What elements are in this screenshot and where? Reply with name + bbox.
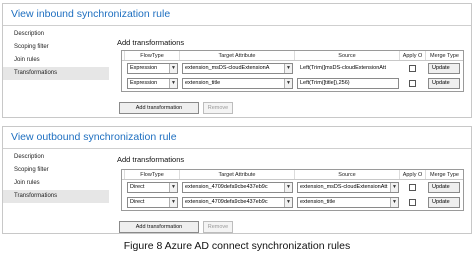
inbound-side-nav: Description Scoping filter Join rules Tr…	[3, 28, 109, 80]
outbound-panel-title: View outbound synchronization rule	[11, 131, 177, 143]
remove-button[interactable]: Remove	[203, 221, 233, 233]
col-target-attribute: Target Attribute	[180, 170, 295, 179]
flowtype-dropdown[interactable]: Direct ▼	[127, 197, 178, 208]
col-source: Source	[295, 51, 400, 60]
figure-caption: Figure 8 Azure AD connect synchronizatio…	[123, 240, 351, 252]
table-row: Expression ▼ extension_msDS-cloudExtensi…	[122, 61, 463, 76]
nav-item-description[interactable]: Description	[3, 151, 109, 164]
inbound-transformations-grid: FlowType Target Attribute Source Apply O…	[121, 50, 464, 92]
merge-type-dropdown[interactable]: Update	[428, 197, 460, 208]
nav-item-transformations[interactable]: Transformations	[3, 67, 109, 80]
chevron-down-icon: ▼	[169, 183, 177, 192]
target-attribute-dropdown[interactable]: extension_msDS-cloudExtensionA ▼	[182, 63, 293, 74]
inbound-panel-title: View inbound synchronization rule	[11, 8, 171, 20]
outbound-transformations-grid: FlowType Target Attribute Source Apply O…	[121, 169, 464, 211]
apply-once-checkbox[interactable]	[409, 184, 416, 191]
merge-type-dropdown[interactable]: Update	[428, 182, 460, 193]
col-source: Source	[295, 170, 400, 179]
col-flowtype: FlowType	[125, 170, 180, 179]
grid-header: FlowType Target Attribute Source Apply O…	[122, 51, 463, 61]
chevron-down-icon: ▼	[169, 79, 177, 88]
nav-item-transformations[interactable]: Transformations	[3, 190, 109, 203]
source-field[interactable]: Left(Trim([msDS-cloudExtensionAtt	[297, 63, 399, 74]
add-transformation-button[interactable]: Add transformation	[119, 102, 199, 114]
title-divider	[3, 25, 471, 26]
section-title: Add transformations	[117, 38, 185, 47]
col-merge-type: Merge Type	[430, 172, 459, 178]
outbound-side-nav: Description Scoping filter Join rules Tr…	[3, 151, 109, 203]
chevron-down-icon: ▼	[169, 64, 177, 73]
target-attribute-dropdown[interactable]: extension_4709defa9cbe437eb9c ▼	[182, 182, 293, 193]
chevron-down-icon: ▼	[390, 183, 398, 192]
nav-item-join-rules[interactable]: Join rules	[3, 177, 109, 190]
col-apply-once: Apply O	[400, 170, 426, 179]
title-divider	[3, 148, 471, 149]
nav-item-description[interactable]: Description	[3, 28, 109, 41]
col-flowtype: FlowType	[125, 51, 180, 60]
chevron-down-icon: ▼	[390, 198, 398, 207]
inbound-section: Add transformations	[117, 38, 184, 47]
apply-once-checkbox[interactable]	[409, 199, 416, 206]
outbound-section: Add transformations	[117, 155, 184, 164]
flowtype-dropdown[interactable]: Direct ▼	[127, 182, 178, 193]
grid-header: FlowType Target Attribute Source Apply O…	[122, 170, 463, 180]
chevron-down-icon: ▼	[169, 198, 177, 207]
source-field[interactable]: Left(Trim([title]),256)	[297, 78, 399, 89]
flowtype-dropdown[interactable]: Expression ▼	[127, 63, 178, 74]
merge-type-dropdown[interactable]: Update	[428, 63, 460, 74]
nav-item-join-rules[interactable]: Join rules	[3, 54, 109, 67]
col-merge-type: Merge Type	[430, 53, 459, 59]
apply-once-checkbox[interactable]	[409, 80, 416, 87]
nav-item-scoping-filter[interactable]: Scoping filter	[3, 41, 109, 54]
chevron-down-icon: ▼	[284, 198, 292, 207]
col-target-attribute: Target Attribute	[180, 51, 295, 60]
apply-once-checkbox[interactable]	[409, 65, 416, 72]
remove-button[interactable]: Remove	[203, 102, 233, 114]
inbound-rule-panel: View inbound synchronization rule Descri…	[2, 3, 472, 118]
target-attribute-dropdown[interactable]: extension_title ▼	[182, 78, 293, 89]
nav-item-scoping-filter[interactable]: Scoping filter	[3, 164, 109, 177]
chevron-down-icon: ▼	[284, 64, 292, 73]
add-transformation-button[interactable]: Add transformation	[119, 221, 199, 233]
flowtype-dropdown[interactable]: Expression ▼	[127, 78, 178, 89]
table-row: Expression ▼ extension_title ▼ Left(Trim…	[122, 76, 463, 91]
table-row: Direct ▼ extension_4709defa9cbe437eb9c ▼…	[122, 195, 463, 210]
table-row: Direct ▼ extension_4709defa9cbe437eb9c ▼…	[122, 180, 463, 195]
outbound-rule-panel: View outbound synchronization rule Descr…	[2, 126, 472, 234]
col-apply-once: Apply O	[400, 51, 426, 60]
chevron-down-icon: ▼	[284, 183, 292, 192]
target-attribute-dropdown[interactable]: extension_4709defa9cbe437eb9c ▼	[182, 197, 293, 208]
chevron-down-icon: ▼	[284, 79, 292, 88]
merge-type-dropdown[interactable]: Update	[428, 78, 460, 89]
section-title: Add transformations	[117, 155, 185, 164]
source-dropdown[interactable]: extension_title ▼	[297, 197, 399, 208]
source-dropdown[interactable]: extension_msDS-cloudExtensionAtt ▼	[297, 182, 399, 193]
